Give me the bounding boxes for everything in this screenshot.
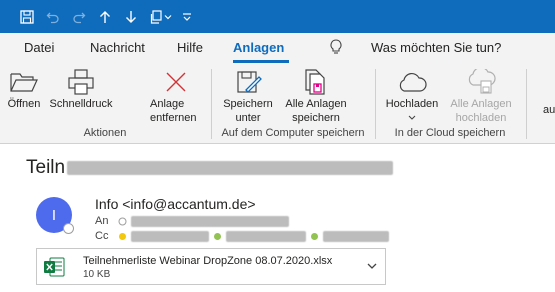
save-all-label: Alle Anlagen speichern bbox=[285, 98, 347, 124]
chevron-down-icon bbox=[408, 115, 416, 120]
chevron-down-icon[interactable] bbox=[162, 0, 174, 33]
upload-all-label: Alle Anlagen hochladen bbox=[450, 98, 512, 124]
lightbulb-icon bbox=[330, 39, 342, 54]
attachment-filename: Teilnehmerliste Webinar DropZone 08.07.2… bbox=[83, 255, 333, 267]
save-all-icon bbox=[305, 69, 325, 95]
group-label-save-computer: Auf dem Computer speichern bbox=[221, 127, 365, 139]
group-separator bbox=[526, 69, 527, 139]
upload-button[interactable]: Hochladen bbox=[380, 67, 444, 125]
to-label: An bbox=[95, 215, 109, 227]
presence-icon bbox=[214, 232, 221, 240]
tab-datei[interactable]: Datei bbox=[24, 40, 54, 55]
group-label-actions: Aktionen bbox=[83, 127, 127, 139]
ribbon: Öffnen Schnelldruck Anlage entfernen Akt… bbox=[0, 63, 555, 144]
presence-status-icon bbox=[63, 223, 74, 234]
arrow-down-icon[interactable] bbox=[118, 0, 144, 33]
open-button[interactable]: Öffnen bbox=[4, 67, 44, 111]
message-subject: Teiln bbox=[26, 157, 394, 179]
undo-icon[interactable] bbox=[40, 0, 66, 33]
quick-print-button[interactable]: Schnelldruck bbox=[46, 67, 116, 111]
cloud-upload-icon bbox=[399, 72, 427, 92]
redacted-text bbox=[131, 215, 289, 227]
folder-open-icon bbox=[10, 73, 38, 92]
redacted-text bbox=[323, 230, 389, 242]
remove-attachment-button[interactable]: Anlage entfernen bbox=[146, 67, 206, 125]
cc-label: Cc bbox=[95, 230, 109, 242]
tab-nachricht[interactable]: Nachricht bbox=[90, 40, 145, 55]
redacted-text bbox=[226, 230, 306, 242]
printer-icon bbox=[68, 69, 94, 95]
title-bar bbox=[0, 0, 555, 33]
tab-anlagen[interactable]: Anlagen bbox=[233, 40, 284, 55]
open-label: Öffnen bbox=[7, 98, 41, 110]
save-all-button[interactable]: Alle Anlagen speichern bbox=[284, 67, 348, 125]
redo-icon[interactable] bbox=[66, 0, 92, 33]
upload-all-button[interactable]: Alle Anlagen hochladen bbox=[448, 67, 514, 125]
save-as-button[interactable]: Speichern unter bbox=[216, 67, 280, 125]
cc-recipients[interactable] bbox=[118, 230, 389, 242]
save-icon[interactable] bbox=[14, 0, 40, 33]
upload-label: Hochladen bbox=[385, 98, 439, 110]
attachment-card[interactable]: Teilnehmerliste Webinar DropZone 08.07.2… bbox=[36, 248, 386, 285]
customize-icon[interactable] bbox=[174, 0, 200, 33]
to-recipients[interactable] bbox=[118, 215, 289, 227]
arrow-up-icon[interactable] bbox=[92, 0, 118, 33]
presence-icon bbox=[118, 217, 127, 225]
save-as-icon bbox=[237, 71, 262, 93]
redacted-text bbox=[131, 230, 209, 242]
cloud-upload-all-icon bbox=[468, 69, 496, 94]
menu-tabs: Datei Nachricht Hilfe Anlagen Was möchte… bbox=[0, 33, 555, 63]
chevron-down-icon[interactable] bbox=[365, 259, 379, 273]
tab-hilfe[interactable]: Hilfe bbox=[177, 40, 203, 55]
sender[interactable]: Info <info@accantum.de> bbox=[95, 196, 256, 212]
attachment-size: 10 KB bbox=[83, 269, 111, 280]
remove-attachment-label: Anlage entfernen bbox=[150, 98, 197, 124]
subject-visible-text: Teiln bbox=[26, 157, 66, 178]
redacted-text bbox=[67, 160, 394, 175]
ribbon-overflow-text: au bbox=[543, 104, 555, 116]
quick-print-label: Schnelldruck bbox=[49, 98, 113, 110]
remove-x-icon bbox=[166, 72, 186, 92]
excel-file-icon bbox=[44, 257, 65, 277]
presence-icon bbox=[311, 232, 318, 240]
tell-me-search[interactable]: Was möchten Sie tun? bbox=[371, 40, 501, 55]
avatar-initial: I bbox=[51, 206, 57, 224]
presence-icon bbox=[119, 232, 126, 240]
save-as-label: Speichern unter bbox=[223, 98, 273, 124]
group-label-save-cloud: In der Cloud speichern bbox=[394, 127, 506, 139]
